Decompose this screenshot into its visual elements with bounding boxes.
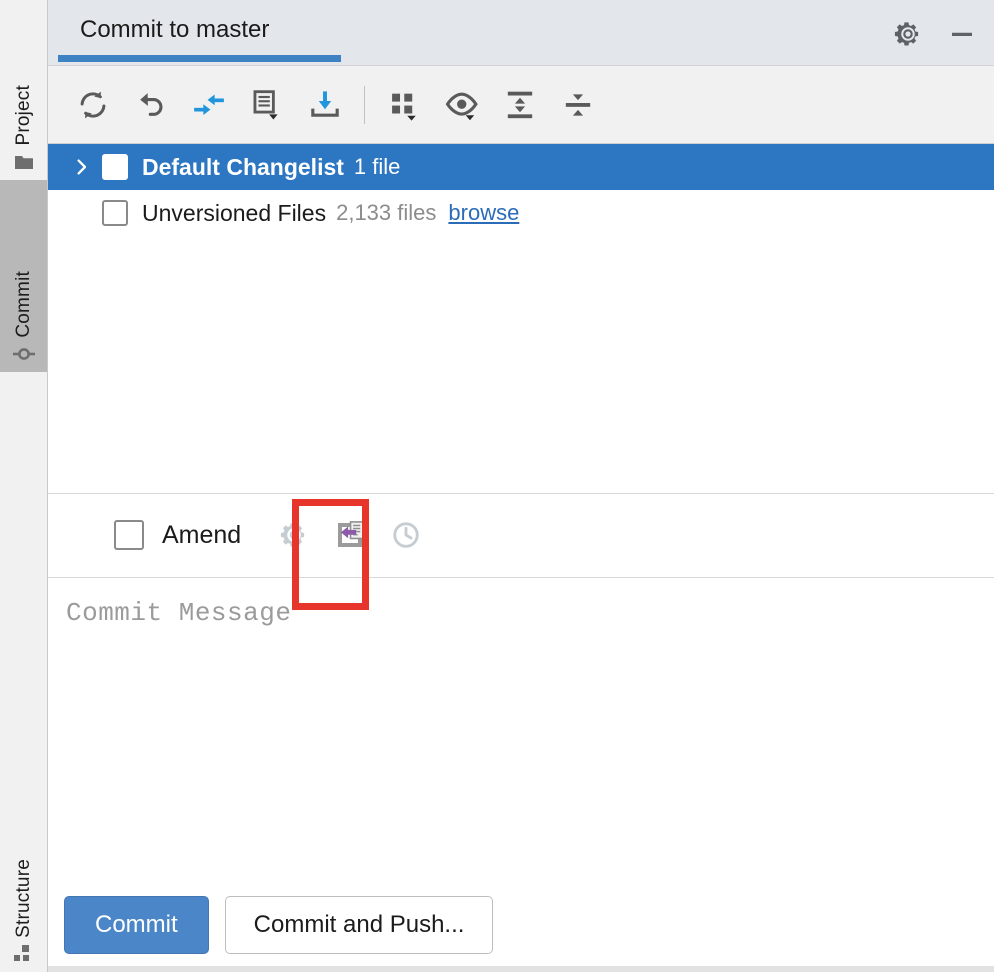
shelve-changes-button[interactable] (296, 76, 354, 134)
preview-diff-button[interactable] (433, 76, 491, 134)
sidebar-item-structure-label: Structure (13, 859, 34, 938)
commit-node-icon (12, 342, 36, 366)
panel-header: Commit to master (48, 0, 994, 66)
group-by-button[interactable] (375, 76, 433, 134)
sidebar-item-commit[interactable]: Commit (0, 180, 47, 372)
commit-and-push-button[interactable]: Commit and Push... (224, 896, 494, 954)
commit-message-input[interactable]: Commit Message (48, 576, 994, 884)
sidebar-item-commit-label: Commit (13, 271, 34, 338)
commit-tool-window: Project Commit Structure Commit to maste… (0, 0, 994, 972)
tab-commit-to-master[interactable]: Commit to master (48, 0, 341, 66)
unversioned-files-name: Unversioned Files (142, 199, 327, 226)
collapse-all-button[interactable] (549, 76, 607, 134)
changelist-file-count: 1 file (353, 154, 401, 179)
refresh-changes-button[interactable] (64, 76, 122, 134)
tab-commit-to-master-label: Commit to master (80, 16, 270, 43)
table-row[interactable]: Unversioned Files 2,133 files browse (48, 190, 994, 236)
commit-message-history-button[interactable] (327, 512, 373, 558)
move-to-changelist-button[interactable] (238, 76, 296, 134)
tab-active-underline (58, 55, 341, 62)
toolbar-separator (364, 85, 365, 124)
amend-label: Amend (162, 520, 242, 549)
unversioned-checkbox[interactable] (102, 200, 128, 226)
panel-header-actions (890, 16, 980, 52)
unversioned-file-count: 2,133 files (336, 200, 437, 225)
recent-messages-button[interactable] (383, 512, 429, 558)
changes-tree[interactable]: Default Changelist 1 file Unversioned Fi… (48, 144, 994, 493)
commit-toolbar (48, 66, 994, 144)
commit-options-button[interactable] (271, 512, 317, 558)
tool-window-stripe: Project Commit Structure (0, 0, 48, 972)
minimize-icon[interactable] (944, 16, 980, 52)
changelist-checkbox[interactable] (102, 154, 128, 180)
amend-bar: Amend (48, 492, 994, 577)
commit-message-placeholder: Commit Message (66, 597, 292, 628)
expand-all-button[interactable] (491, 76, 549, 134)
commit-actions-bar: Commit Commit and Push... (48, 884, 994, 972)
sidebar-item-structure[interactable]: Structure (0, 800, 47, 972)
rollback-button[interactable] (122, 76, 180, 134)
folder-icon (12, 150, 36, 174)
amend-actions (271, 512, 429, 558)
browse-link[interactable]: browse (448, 200, 519, 226)
sidebar-item-project-label: Project (13, 85, 34, 146)
commit-panel: Commit to master Default Changelist 1 fi… (48, 0, 994, 972)
sidebar-item-project[interactable]: Project (0, 0, 47, 180)
expand-chevron-icon[interactable] (62, 158, 102, 176)
amend-checkbox[interactable] (114, 520, 144, 550)
commit-button[interactable]: Commit (64, 896, 209, 954)
changelist-name: Default Changelist (142, 153, 344, 180)
gear-icon[interactable] (890, 16, 926, 52)
structure-icon (12, 942, 36, 966)
show-diff-button[interactable] (180, 76, 238, 134)
table-row[interactable]: Default Changelist 1 file (48, 144, 994, 190)
